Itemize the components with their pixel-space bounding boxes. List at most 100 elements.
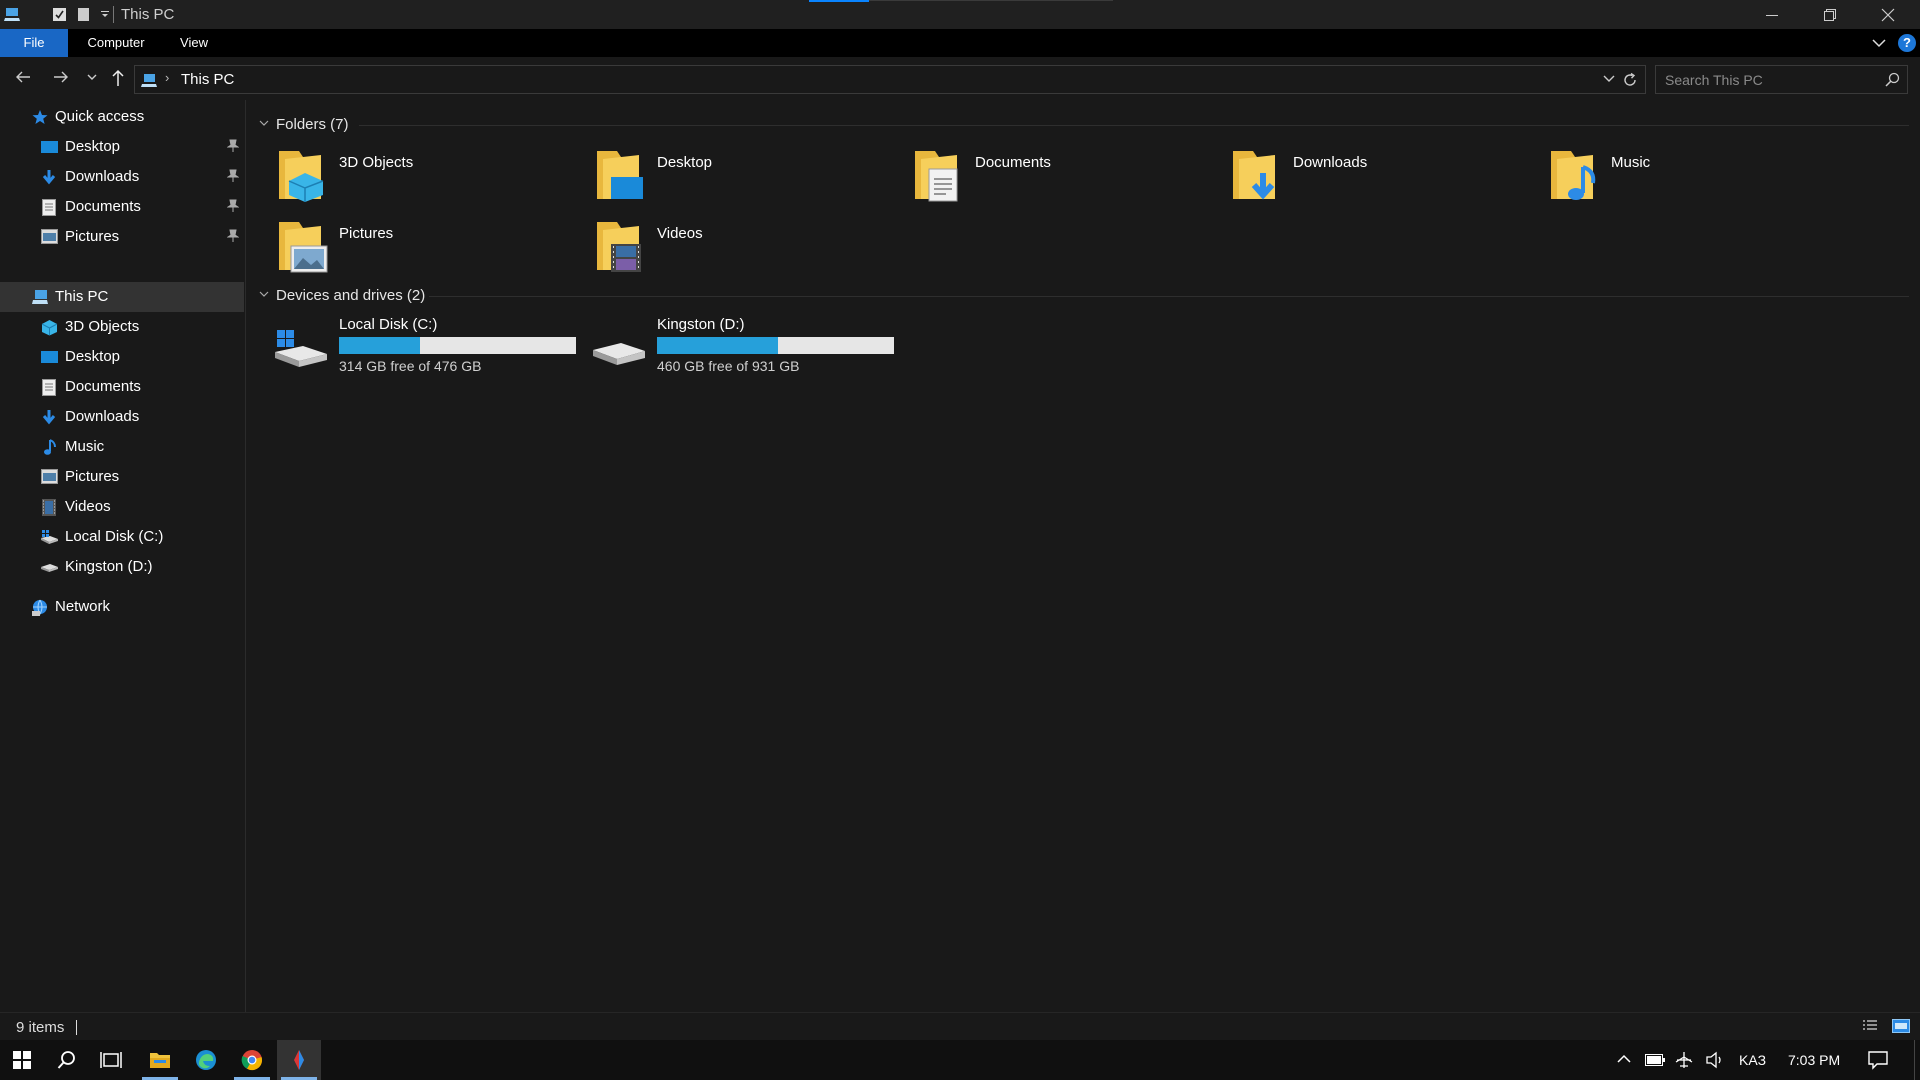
- clock[interactable]: 7:03 PM: [1788, 1052, 1840, 1068]
- search-taskbar-icon[interactable]: [45, 1040, 89, 1080]
- drives-group-header[interactable]: Devices and drives (2): [259, 286, 1919, 306]
- breadcrumb-separator[interactable]: ›: [165, 70, 169, 85]
- input-language-indicator[interactable]: KAЗ: [1739, 1052, 1766, 1068]
- properties-icon[interactable]: [52, 7, 67, 22]
- tab-computer[interactable]: Computer: [82, 29, 150, 57]
- nav-this-pc[interactable]: This PC: [0, 282, 244, 312]
- pin-icon[interactable]: [227, 199, 239, 213]
- folder-desktop[interactable]: Desktop: [565, 147, 875, 213]
- status-bar: 9 items: [0, 1012, 1920, 1040]
- app-taskbar-icon[interactable]: [277, 1040, 321, 1080]
- folder-desktop-icon: [595, 147, 647, 203]
- nav-pc-3d-objects[interactable]: 3D Objects: [0, 312, 244, 342]
- nav-pc-local-disk-c[interactable]: Local Disk (C:): [0, 522, 244, 552]
- nav-pc-pictures[interactable]: Pictures: [0, 462, 244, 492]
- close-button[interactable]: [1859, 0, 1917, 29]
- folder-pictures[interactable]: Pictures: [247, 218, 557, 284]
- folder-downloads[interactable]: Downloads: [1201, 147, 1511, 213]
- details-view-icon[interactable]: [1862, 1019, 1878, 1033]
- action-center-icon[interactable]: [1868, 1050, 1888, 1070]
- nav-qa-desktop[interactable]: Desktop: [0, 132, 244, 162]
- expand-ribbon-chevron-icon[interactable]: [1872, 36, 1886, 50]
- show-hidden-icons-chevron-icon[interactable]: [1617, 1054, 1631, 1064]
- restore-button[interactable]: [1801, 0, 1859, 29]
- search-input[interactable]: [1656, 66, 1876, 93]
- pin-icon[interactable]: [227, 169, 239, 183]
- start-button[interactable]: [0, 1040, 44, 1080]
- volume-icon[interactable]: [1705, 1051, 1725, 1069]
- nav-pc-music[interactable]: Music: [0, 432, 244, 462]
- forward-arrow-icon[interactable]: [53, 69, 69, 85]
- task-view-icon[interactable]: [89, 1040, 133, 1080]
- nav-quick-access[interactable]: Quick access: [0, 102, 244, 132]
- this-pc-app-icon[interactable]: [4, 5, 22, 23]
- back-arrow-icon[interactable]: [15, 69, 31, 85]
- nav-pc-documents[interactable]: Documents: [0, 372, 244, 402]
- folder-pictures-icon: [277, 218, 329, 274]
- group-divider: [359, 125, 1909, 126]
- collapse-chevron-icon[interactable]: [259, 291, 269, 298]
- drive-d-name: Kingston (D:): [657, 316, 745, 333]
- folder-music-icon: [1549, 147, 1601, 203]
- customize-qa-dropdown-icon[interactable]: [100, 9, 110, 19]
- quick-access-toolbar: [4, 5, 110, 23]
- download-arrow-icon: [41, 409, 57, 425]
- chrome-browser-icon[interactable]: [230, 1040, 274, 1080]
- folder-3d-objects-icon: [277, 147, 329, 203]
- tab-file[interactable]: File: [0, 29, 68, 57]
- refresh-icon[interactable]: [1622, 72, 1638, 88]
- search-box[interactable]: [1655, 65, 1908, 94]
- address-history-chevron-icon[interactable]: [1603, 75, 1615, 83]
- pin-icon[interactable]: [227, 229, 239, 243]
- file-explorer-taskbar-icon[interactable]: [138, 1040, 182, 1080]
- nav-qa-downloads[interactable]: Downloads: [0, 162, 244, 192]
- up-arrow-icon[interactable]: [110, 69, 126, 87]
- minimize-button[interactable]: [1743, 0, 1801, 29]
- drive-c-usage-bar: [339, 337, 576, 354]
- battery-icon[interactable]: [1645, 1054, 1665, 1066]
- help-icon[interactable]: ?: [1898, 34, 1916, 52]
- recent-locations-chevron-icon[interactable]: [87, 73, 97, 81]
- address-bar[interactable]: › This PC: [134, 65, 1646, 94]
- windows-drive-icon: [40, 529, 59, 545]
- nav-pc-videos-label: Videos: [65, 498, 111, 515]
- folder-music[interactable]: Music: [1519, 147, 1829, 213]
- drive-d-usage-bar: [657, 337, 894, 354]
- edge-browser-icon[interactable]: [184, 1040, 228, 1080]
- folder-videos[interactable]: Videos: [565, 218, 875, 284]
- nav-qa-pictures[interactable]: Pictures: [0, 222, 244, 252]
- show-desktop-button[interactable]: [1914, 1040, 1915, 1080]
- new-folder-icon[interactable]: [77, 7, 90, 22]
- drive-kingston-d[interactable]: Kingston (D:) 460 GB free of 931 GB: [565, 316, 894, 382]
- folders-group-title: Folders (7): [276, 116, 349, 133]
- large-icons-view-icon[interactable]: [1892, 1019, 1910, 1033]
- search-icon[interactable]: [1885, 72, 1900, 87]
- folder-3d-objects[interactable]: 3D Objects: [247, 147, 557, 213]
- nav-qa-documents[interactable]: Documents: [0, 192, 244, 222]
- pin-icon[interactable]: [227, 139, 239, 153]
- nav-pc-downloads[interactable]: Downloads: [0, 402, 244, 432]
- folder-desktop-label: Desktop: [657, 154, 713, 171]
- this-pc-icon: [32, 289, 50, 305]
- nav-pc-kingston-d[interactable]: Kingston (D:): [0, 552, 244, 582]
- airplane-mode-icon[interactable]: [1675, 1051, 1693, 1069]
- folder-documents-icon: [913, 147, 965, 203]
- navigation-pane: Quick access Desktop Downloads Documents…: [0, 100, 246, 1012]
- drive-icon: [40, 559, 59, 575]
- title-accent-line-dim: [869, 0, 1113, 1]
- nav-pc-kingston-d-label: Kingston (D:): [65, 558, 153, 575]
- folders-group-header[interactable]: Folders (7): [259, 115, 1919, 135]
- drive-c-free-space: 314 GB free of 476 GB: [339, 358, 482, 374]
- nav-pc-desktop[interactable]: Desktop: [0, 342, 244, 372]
- nav-network[interactable]: Network: [0, 592, 244, 622]
- breadcrumb-this-pc[interactable]: This PC: [181, 71, 234, 88]
- folder-downloads-icon: [1231, 147, 1283, 203]
- collapse-chevron-icon[interactable]: [259, 120, 269, 127]
- nav-pc-documents-label: Documents: [65, 378, 141, 395]
- tab-view[interactable]: View: [174, 29, 214, 57]
- nav-network-label: Network: [55, 598, 111, 615]
- folder-3d-objects-label: 3D Objects: [339, 154, 414, 171]
- folder-documents[interactable]: Documents: [883, 147, 1193, 213]
- drive-local-disk-c[interactable]: Local Disk (C:) 314 GB free of 476 GB: [247, 316, 576, 382]
- nav-pc-videos[interactable]: Videos: [0, 492, 244, 522]
